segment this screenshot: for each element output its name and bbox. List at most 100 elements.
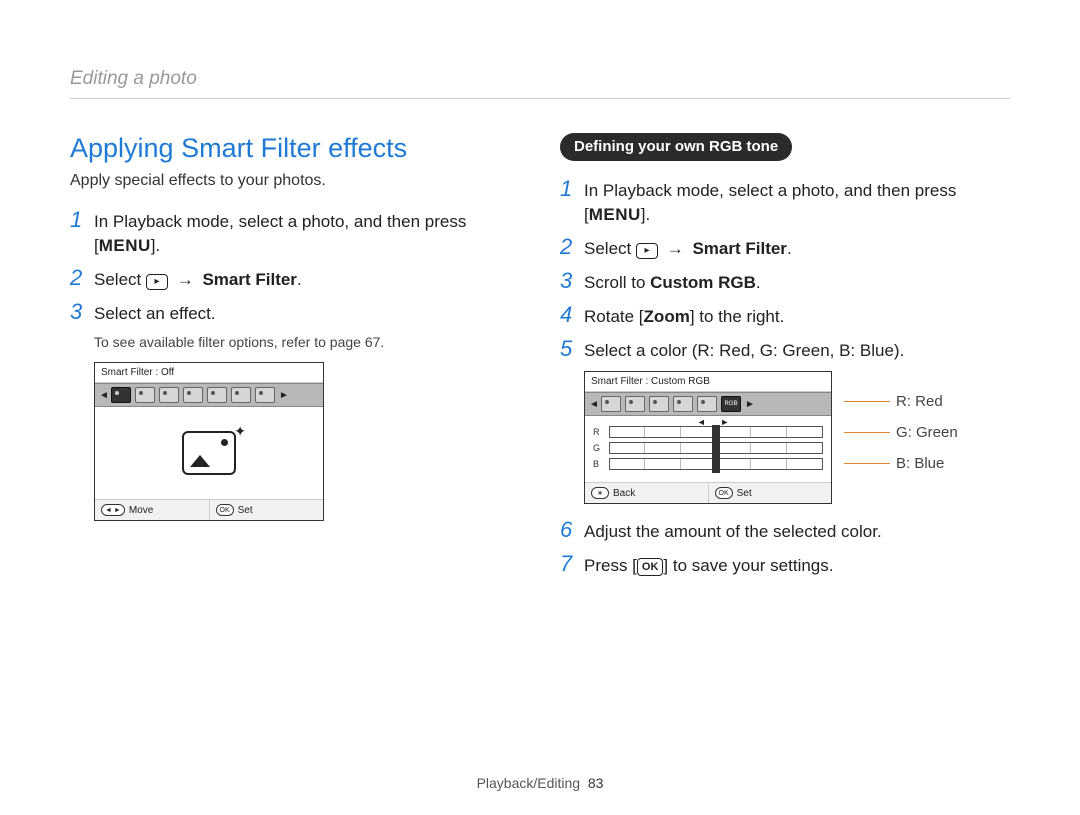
step-text: In Playback mode, select a photo, and th… [584,181,956,200]
callout-b: B: Blue [896,455,944,472]
step-text: Adjust the amount of the selected color. [584,518,1010,544]
filter-icon [673,396,693,412]
filter-icon [183,387,203,403]
chevron-left-icon: ◄ [99,390,107,401]
screen-footer: ∗ Back OK Set [585,482,831,503]
r-slider: ◄ ► [609,426,823,438]
smart-filter-label: Smart Filter [692,239,786,258]
note-text: To see available filter options, refer t… [94,334,520,350]
right-step-5: 5 Select a color (R: Red, G: Green, B: B… [560,337,1010,363]
screen-footer: ◄ ► Move OK Set [95,499,323,520]
nav-key-icon: ◄ ► [101,504,125,516]
callout-r: R: Red [896,393,943,410]
intro-text: Apply special effects to your photos. [70,172,520,190]
step-text: Select [584,239,636,258]
ok-key-icon: OK [216,504,234,516]
step-text: In Playback mode, select a photo, and th… [94,212,466,231]
step-number: 3 [560,269,584,293]
filter-icon [135,387,155,403]
page-title: Applying Smart Filter effects [70,133,520,164]
step-number: 2 [70,266,94,290]
left-column: Applying Smart Filter effects Apply spec… [70,133,520,586]
screen-preview: ✦ [95,407,323,499]
foot-set-label: Set [238,505,253,516]
zoom-label: Zoom [644,307,690,326]
section-header: Editing a photo [70,68,1010,99]
screen-title: Smart Filter : Off [95,363,323,383]
menu-key: MENU [589,205,641,224]
filter-icon [649,396,669,412]
filter-icon-selected [111,387,131,403]
ok-key-icon: OK [637,558,664,576]
menu-key: MENU [99,236,151,255]
right-step-6: 6 Adjust the amount of the selected colo… [560,518,1010,544]
g-label: G [593,443,603,453]
arrow-icon: → [663,239,688,258]
b-label: B [593,459,603,469]
right-column: Defining your own RGB tone 1 In Playback… [560,133,1010,586]
page-number: 83 [588,775,604,791]
step-number: 1 [70,208,94,232]
step-number: 7 [560,552,584,576]
step-text: Scroll to [584,273,650,292]
filter-icon [255,387,275,403]
filter-icon [159,387,179,403]
right-step-2: 2 Select ▸ → Smart Filter. [560,235,1010,261]
right-step-7: 7 Press [OK] to save your settings. [560,552,1010,578]
step-text: ] to save your settings. [663,556,833,575]
custom-rgb-label: Custom RGB [650,273,756,292]
g-slider [609,442,823,454]
camera-screen-custom-rgb: Smart Filter : Custom RGB ◄ RGB ► R [584,371,832,504]
filter-icon-rgb-selected: RGB [721,396,741,412]
step-number: 2 [560,235,584,259]
chevron-left-icon: ◄ [589,399,597,410]
filter-icon [231,387,251,403]
play-icon: ▸ [146,274,168,290]
step-number: 4 [560,303,584,327]
footer-section: Playback/Editing [477,775,581,791]
right-step-4: 4 Rotate [Zoom] to the right. [560,303,1010,329]
arrow-icon: → [173,270,198,289]
b-slider [609,458,823,470]
filter-icon-strip: ◄ RGB ► [585,392,831,416]
back-key-icon: ∗ [591,487,609,499]
filter-icon [207,387,227,403]
foot-move-label: Move [129,505,153,516]
sparkle-icon: ✦ [234,423,246,440]
right-step-1: 1 In Playback mode, select a photo, and … [560,177,1010,227]
smart-filter-label: Smart Filter [202,270,296,289]
filter-icon-strip: ◄ ► [95,383,323,407]
manual-page: Editing a photo Applying Smart Filter ef… [0,0,1080,815]
right-step-3: 3 Scroll to Custom RGB. [560,269,1010,295]
step-number: 5 [560,337,584,361]
foot-back-label: Back [613,488,635,499]
page-footer: Playback/Editing 83 [0,775,1080,791]
left-step-2: 2 Select ▸ → Smart Filter. [70,266,520,292]
play-icon: ▸ [636,243,658,259]
subsection-pill: Defining your own RGB tone [560,133,792,161]
foot-set-label: Set [737,488,752,499]
step-text: Select an effect. [94,300,520,326]
left-step-3: 3 Select an effect. [70,300,520,326]
step-number: 1 [560,177,584,201]
callout-g: G: Green [896,424,958,441]
filter-icon [601,396,621,412]
step-text: Select a color (R: Red, G: Green, B: Blu… [584,337,1010,363]
camera-screen-smart-filter: Smart Filter : Off ◄ ► [94,362,324,521]
step-number: 6 [560,518,584,542]
step-text: ] to the right. [690,307,785,326]
filter-icon [625,396,645,412]
photo-icon [182,431,236,475]
chevron-right-icon: ► [745,399,753,410]
screen-title: Smart Filter : Custom RGB [585,372,831,392]
filter-icon [697,396,717,412]
two-column-layout: Applying Smart Filter effects Apply spec… [70,133,1010,586]
left-step-1: 1 In Playback mode, select a photo, and … [70,208,520,258]
ok-key-icon: OK [715,487,733,499]
rgb-callouts: R: Red G: Green B: Blue [844,371,958,472]
step-text: Press [ [584,556,637,575]
chevron-right-icon: ► [279,390,287,401]
rgb-sliders: R ◄ ► G [585,416,831,482]
r-label: R [593,427,603,437]
step-text: Rotate [ [584,307,644,326]
